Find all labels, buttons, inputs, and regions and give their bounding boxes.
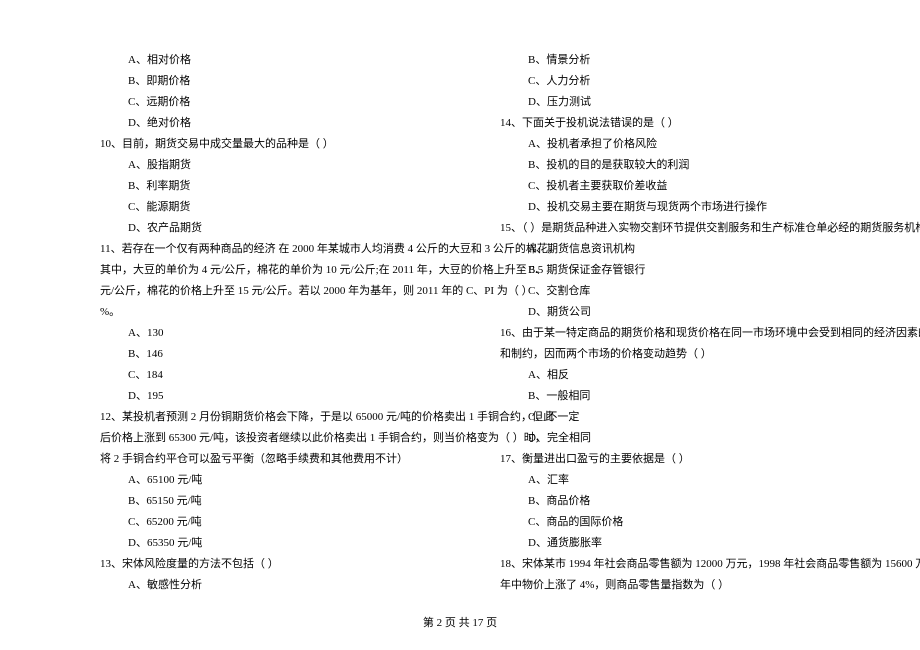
- q17-text: 17、衡量进出口盈亏的主要依据是（ ）: [500, 449, 880, 470]
- q9-option-a: A、相对价格: [100, 50, 430, 71]
- q18-line1: 18、宋体某市 1994 年社会商品零售额为 12000 万元，1998 年社会…: [500, 554, 880, 575]
- q15-text: 15、（ ）是期货品种进入实物交割环节提供交割服务和生产标准仓单必经的期货服务机…: [500, 218, 880, 239]
- q10-option-a: A、股指期货: [100, 155, 430, 176]
- q13-option-c: C、人力分析: [500, 71, 880, 92]
- q9-option-d: D、绝对价格: [100, 113, 430, 134]
- q12-line1: 12、某投机者预测 2 月份铜期货价格会下降，于是以 65000 元/吨的价格卖…: [100, 407, 430, 428]
- q9-option-c: C、远期价格: [100, 92, 430, 113]
- q11-option-d: D、195: [100, 386, 430, 407]
- q9-option-b: B、即期价格: [100, 71, 430, 92]
- q11-line1: 11、若存在一个仅有两种商品的经济 在 2000 年某城市人均消费 4 公斤的大…: [100, 239, 430, 260]
- q13-text: 13、宋体风险度量的方法不包括（ ）: [100, 554, 430, 575]
- q12-option-b: B、65150 元/吨: [100, 491, 430, 512]
- q17-option-c: C、商品的国际价格: [500, 512, 880, 533]
- q10-text: 10、目前，期货交易中成交量最大的品种是（ ）: [100, 134, 430, 155]
- q15-option-c: C、交割仓库: [500, 281, 880, 302]
- q14-option-c: C、投机者主要获取价差收益: [500, 176, 880, 197]
- q12-line2: 后价格上涨到 65300 元/吨，该投资者继续以此价格卖出 1 手铜合约，则当价…: [100, 428, 430, 449]
- q10-option-d: D、农产品期货: [100, 218, 430, 239]
- q11-option-c: C、184: [100, 365, 430, 386]
- q18-line2: 年中物价上涨了 4%，则商品零售量指数为（ ）: [500, 575, 880, 596]
- q12-option-a: A、65100 元/吨: [100, 470, 430, 491]
- q15-option-b: B、期货保证金存管银行: [500, 260, 880, 281]
- q15-option-d: D、期货公司: [500, 302, 880, 323]
- q11-option-a: A、130: [100, 323, 430, 344]
- q13-option-a: A、敏感性分析: [100, 575, 430, 596]
- q13-option-d: D、压力测试: [500, 92, 880, 113]
- right-column: B、情景分析 C、人力分析 D、压力测试 14、下面关于投机说法错误的是（ ） …: [460, 50, 920, 620]
- q16-option-b: B、一般相同: [500, 386, 880, 407]
- q14-option-a: A、投机者承担了价格风险: [500, 134, 880, 155]
- q13-option-b: B、情景分析: [500, 50, 880, 71]
- q10-option-c: C、能源期货: [100, 197, 430, 218]
- q12-option-d: D、65350 元/吨: [100, 533, 430, 554]
- q11-line3: 元/公斤，棉花的价格上升至 15 元/公斤。若以 2000 年为基年，则 201…: [100, 281, 430, 302]
- q17-option-a: A、汇率: [500, 470, 880, 491]
- q11-option-b: B、146: [100, 344, 430, 365]
- q16-line1: 16、由于某一特定商品的期货价格和现货价格在同一市场环境中会受到相同的经济因素的…: [500, 323, 880, 344]
- q16-line2: 和制约，因而两个市场的价格变动趋势（ ）: [500, 344, 880, 365]
- q11-line2: 其中，大豆的单价为 4 元/公斤，棉花的单价为 10 元/公斤;在 2011 年…: [100, 260, 430, 281]
- q11-line4: %。: [100, 302, 430, 323]
- q12-line3: 将 2 手铜合约平仓可以盈亏平衡（忽略手续费和其他费用不计）: [100, 449, 430, 470]
- q10-option-b: B、利率期货: [100, 176, 430, 197]
- q14-option-d: D、投机交易主要在期货与现货两个市场进行操作: [500, 197, 880, 218]
- q17-option-d: D、通货膨胀率: [500, 533, 880, 554]
- q15-option-a: A、期货信息资讯机构: [500, 239, 880, 260]
- left-column: A、相对价格 B、即期价格 C、远期价格 D、绝对价格 10、目前，期货交易中成…: [0, 50, 460, 620]
- q14-option-b: B、投机的目的是获取较大的利润: [500, 155, 880, 176]
- page-container: A、相对价格 B、即期价格 C、远期价格 D、绝对价格 10、目前，期货交易中成…: [0, 0, 920, 620]
- q16-option-c: C、不一定: [500, 407, 880, 428]
- q17-option-b: B、商品价格: [500, 491, 880, 512]
- q16-option-d: D、完全相同: [500, 428, 880, 449]
- page-footer: 第 2 页 共 17 页: [0, 614, 920, 630]
- q14-text: 14、下面关于投机说法错误的是（ ）: [500, 113, 880, 134]
- q16-option-a: A、相反: [500, 365, 880, 386]
- q12-option-c: C、65200 元/吨: [100, 512, 430, 533]
